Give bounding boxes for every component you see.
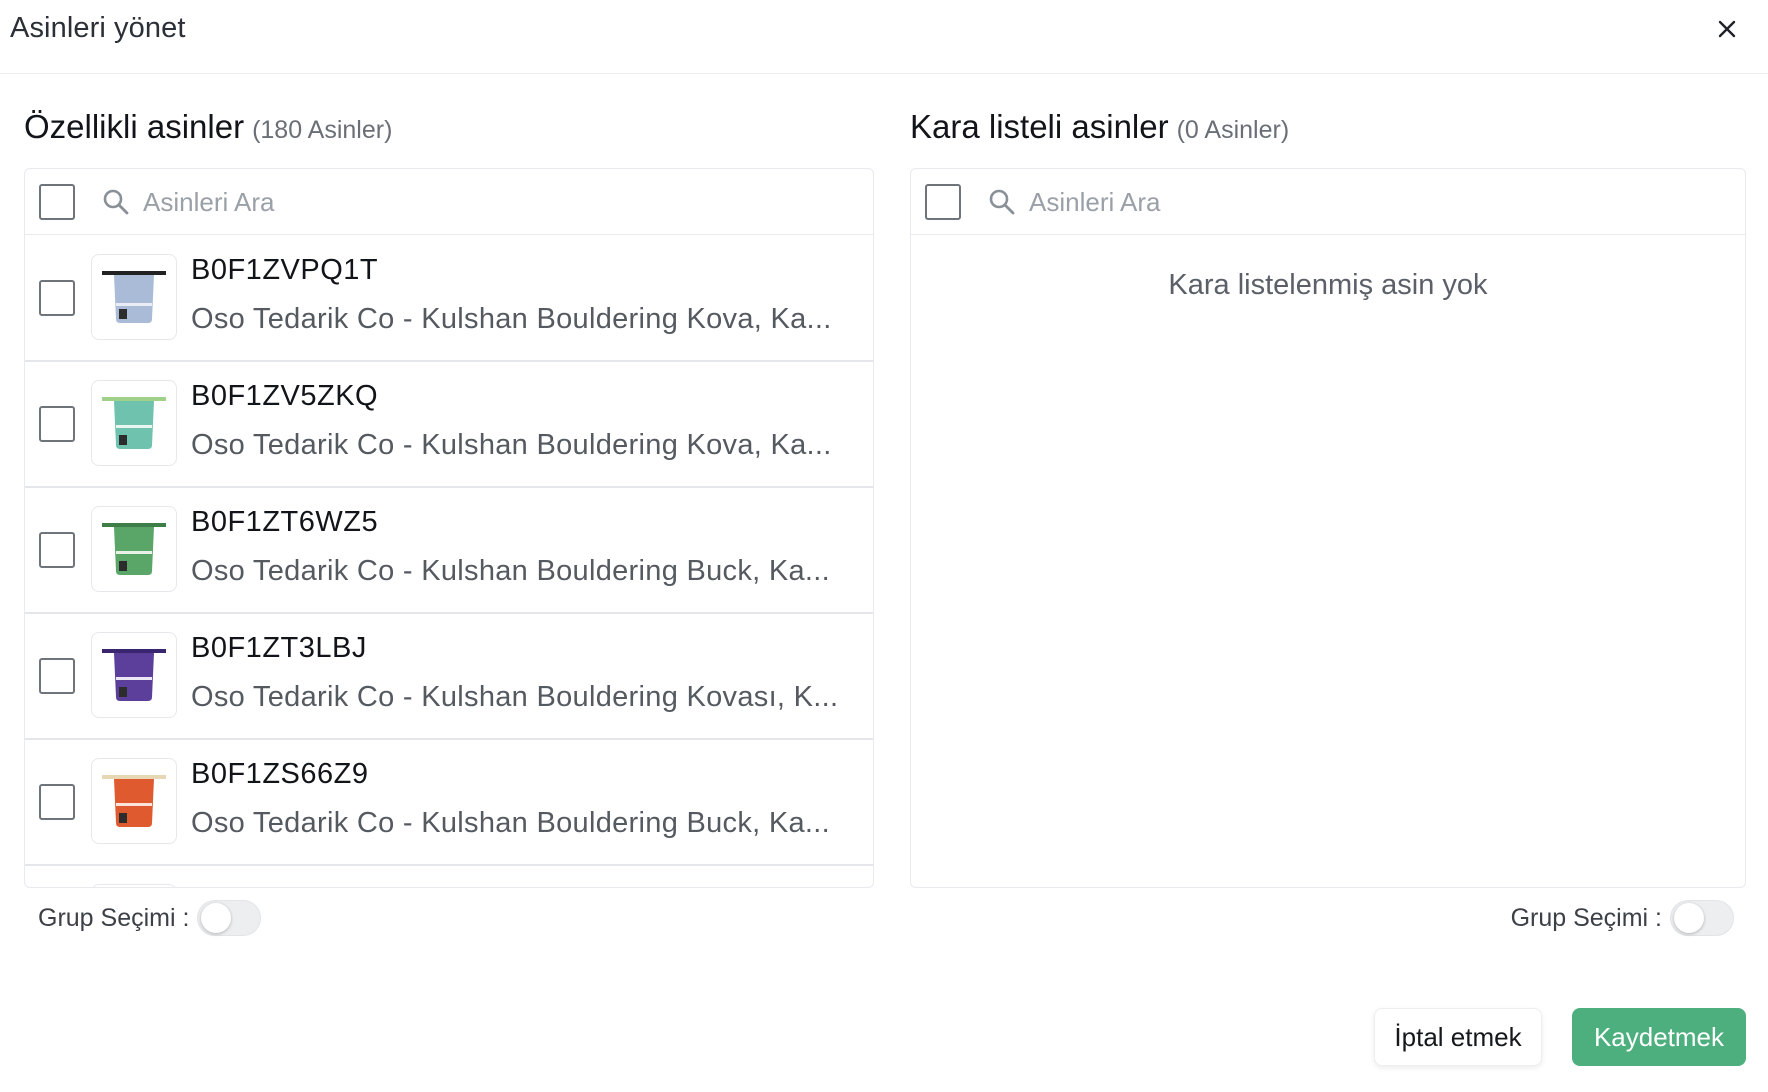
blacklisted-count: (0 Asinler) (1176, 116, 1290, 144)
item-asin: B0F1ZS66Z9 (191, 758, 369, 790)
featured-count: (180 Asinler) (252, 116, 393, 144)
close-icon (1718, 20, 1736, 38)
product-thumbnail (91, 884, 177, 887)
blacklisted-select-all-checkbox[interactable] (925, 184, 961, 220)
search-icon (101, 187, 131, 217)
modal-header: Asinleri yönet (0, 0, 1768, 74)
product-thumbnail (91, 380, 177, 466)
save-button[interactable]: Kaydetmek (1572, 1008, 1746, 1066)
product-thumbnail (91, 254, 177, 340)
featured-title-text: Özellikli asinler (24, 108, 245, 145)
featured-list-box: B0F1ZVPQ1T Oso Tedarik Co - Kulshan Boul… (24, 168, 874, 888)
product-thumbnail (91, 506, 177, 592)
list-item: B0F1ZS66Z9 Oso Tedarik Co - Kulshan Boul… (25, 740, 873, 866)
modal-title: Asinleri yönet (10, 12, 186, 44)
featured-group-select-toggle[interactable] (197, 900, 262, 936)
list-item: B0F1ZV5ZKQ Oso Tedarik Co - Kulshan Boul… (25, 362, 873, 488)
item-checkbox[interactable] (39, 406, 75, 442)
group-select-label: Grup Seçimi : (38, 903, 190, 932)
close-button[interactable] (1712, 14, 1742, 44)
item-title: Oso Tedarik Co - Kulshan Bouldering Kova… (191, 681, 839, 713)
search-icon (987, 187, 1017, 217)
item-asin: B0F1ZV5ZKQ (191, 380, 379, 412)
list-item: B0F1ZVPQ1T Oso Tedarik Co - Kulshan Boul… (25, 236, 873, 362)
blacklisted-title-text: Kara listeli asinler (910, 108, 1169, 145)
product-thumbnail (91, 758, 177, 844)
cancel-button[interactable]: İptal etmek (1374, 1008, 1542, 1066)
group-select-label: Grup Seçimi : (1510, 903, 1662, 932)
featured-search-input[interactable] (143, 179, 643, 225)
featured-title: Özellikli asinler (180 Asinler) (24, 108, 392, 146)
item-asin: B0F1ZT3LBJ (191, 632, 367, 664)
item-title: Oso Tedarik Co - Kulshan Bouldering Buck… (191, 555, 831, 587)
item-checkbox[interactable] (39, 280, 75, 316)
empty-state-message: Kara listelenmiş asin yok (1168, 269, 1488, 301)
item-checkbox[interactable] (39, 532, 75, 568)
item-checkbox[interactable] (39, 658, 75, 694)
blacklisted-title: Kara listeli asinler (0 Asinler) (910, 108, 1289, 146)
blacklisted-group-select-toggle[interactable] (1670, 900, 1734, 936)
product-thumbnail (91, 632, 177, 718)
item-title: Oso Tedarik Co - Kulshan Bouldering Kova… (191, 303, 832, 335)
item-title: Oso Tedarik Co - Kulshan Bouldering Buck… (191, 807, 831, 839)
blacklisted-search-input[interactable] (1029, 179, 1529, 225)
list-item (25, 866, 873, 887)
featured-select-all-checkbox[interactable] (39, 184, 75, 220)
item-asin: B0F1ZT6WZ5 (191, 506, 379, 538)
item-title: Oso Tedarik Co - Kulshan Bouldering Kova… (191, 429, 832, 461)
list-item: B0F1ZT6WZ5 Oso Tedarik Co - Kulshan Boul… (25, 488, 873, 614)
toggle-knob (201, 903, 232, 933)
blacklisted-group-select: Grup Seçimi : (1511, 900, 1734, 936)
item-asin: B0F1ZVPQ1T (191, 254, 379, 286)
item-checkbox[interactable] (39, 784, 75, 820)
blacklisted-search-row (911, 169, 1745, 235)
toggle-knob (1674, 903, 1704, 933)
featured-rows: B0F1ZVPQ1T Oso Tedarik Co - Kulshan Boul… (25, 236, 873, 887)
blacklisted-list-box: Kara listelenmiş asin yok (910, 168, 1746, 888)
list-item: B0F1ZT3LBJ Oso Tedarik Co - Kulshan Boul… (25, 614, 873, 740)
featured-search-row (25, 169, 873, 235)
featured-group-select: Grup Seçimi : (38, 900, 262, 936)
